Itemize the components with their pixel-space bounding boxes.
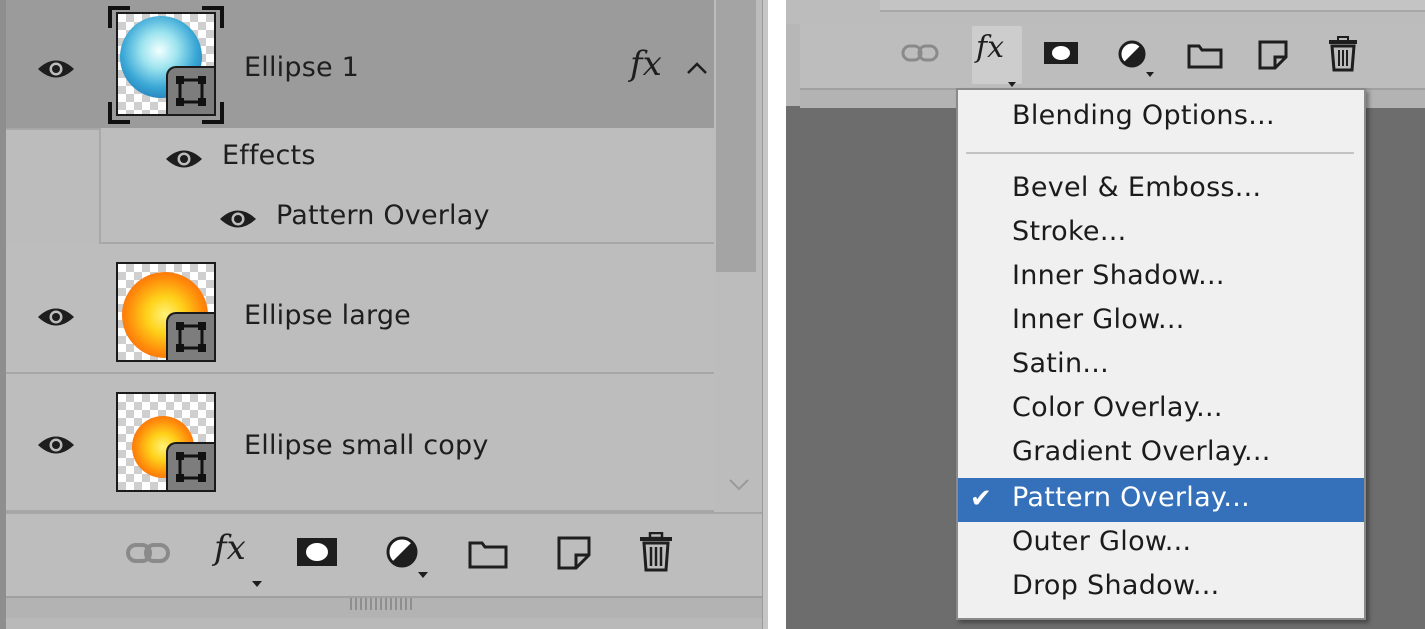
menu-item-label: Inner Glow... bbox=[1012, 304, 1185, 335]
effects-label[interactable]: Effects bbox=[222, 140, 316, 171]
adjustment-layer-icon[interactable] bbox=[384, 534, 428, 578]
menu-item-label: Satin... bbox=[1012, 348, 1110, 379]
panel-top-inner bbox=[880, 0, 1425, 12]
layer-name[interactable]: Ellipse large bbox=[244, 300, 411, 331]
menu-item-color-overlay[interactable]: Color Overlay... bbox=[958, 388, 1364, 432]
menu-item-label: Pattern Overlay... bbox=[1012, 482, 1250, 513]
layer-name[interactable]: Ellipse 1 bbox=[244, 52, 359, 83]
shape-layer-icon bbox=[166, 442, 214, 490]
layer-fx-badge[interactable]: fx bbox=[630, 44, 662, 84]
fx-dropdown-icon bbox=[252, 572, 262, 587]
menu-item-outer-glow[interactable]: Outer Glow... bbox=[958, 522, 1364, 566]
scroll-down-icon[interactable] bbox=[728, 476, 750, 491]
menu-separator bbox=[966, 152, 1354, 154]
trash-icon[interactable] bbox=[636, 532, 676, 572]
new-layer-icon[interactable] bbox=[1256, 38, 1290, 72]
menu-item-label: Outer Glow... bbox=[1012, 526, 1192, 557]
menu-item-label: Stroke... bbox=[1012, 216, 1127, 247]
folder-icon[interactable] bbox=[466, 536, 510, 570]
effect-item-pattern-overlay[interactable]: Pattern Overlay bbox=[276, 200, 490, 231]
menu-item-gradient-overlay[interactable]: Gradient Overlay... bbox=[958, 432, 1364, 476]
scrollbar-thumb[interactable] bbox=[716, 0, 756, 272]
checkmark-icon: ✔ bbox=[970, 484, 992, 514]
layer-name[interactable]: Ellipse small copy bbox=[244, 430, 489, 461]
shape-layer-icon bbox=[166, 312, 214, 360]
layer-thumbnail bbox=[116, 392, 216, 492]
link-icon[interactable] bbox=[124, 538, 172, 568]
panel-left-strip bbox=[786, 24, 800, 106]
menu-item-label: Gradient Overlay... bbox=[1012, 436, 1271, 467]
menu-item-bevel-emboss[interactable]: Bevel & Emboss... bbox=[958, 168, 1364, 212]
menu-item-pattern-overlay[interactable]: ✔ Pattern Overlay... bbox=[958, 478, 1364, 522]
layer-mask-icon[interactable] bbox=[1042, 40, 1080, 66]
link-icon[interactable] bbox=[900, 40, 940, 66]
layer-thumbnail bbox=[116, 262, 216, 362]
layer-mask-icon[interactable] bbox=[294, 536, 340, 568]
layers-panel: Ellipse 1 fx Effects Pattern Overlay Ell… bbox=[0, 0, 768, 629]
collapse-effects-icon[interactable] bbox=[686, 60, 708, 74]
fx-button[interactable]: fx bbox=[976, 30, 1004, 65]
menu-item-stroke[interactable]: Stroke... bbox=[958, 212, 1364, 256]
menu-item-inner-glow[interactable]: Inner Glow... bbox=[958, 300, 1364, 344]
menu-item-label: Bevel & Emboss... bbox=[1012, 172, 1262, 203]
menu-item-blending-options[interactable]: Blending Options... bbox=[958, 96, 1364, 140]
adjustment-layer-icon[interactable] bbox=[1116, 38, 1156, 78]
menu-item-label: Color Overlay... bbox=[1012, 392, 1223, 423]
fx-dropdown-icon bbox=[1008, 72, 1016, 87]
menu-item-label: Inner Shadow... bbox=[1012, 260, 1225, 291]
menu-item-label: Blending Options... bbox=[1012, 100, 1275, 131]
trash-icon[interactable] bbox=[1326, 36, 1360, 72]
new-layer-icon[interactable] bbox=[554, 534, 594, 572]
menu-item-drop-shadow[interactable]: Drop Shadow... bbox=[958, 566, 1364, 610]
resize-grip[interactable] bbox=[350, 598, 414, 610]
menu-item-label: Drop Shadow... bbox=[1012, 570, 1220, 601]
eye-icon[interactable] bbox=[36, 306, 76, 328]
menu-item-inner-shadow[interactable]: Inner Shadow... bbox=[958, 256, 1364, 300]
menu-item-satin[interactable]: Satin... bbox=[958, 344, 1364, 388]
layer-thumbnail bbox=[116, 12, 216, 116]
fx-button[interactable]: fx bbox=[214, 528, 246, 568]
pattern-overlay-eye-icon[interactable] bbox=[218, 208, 258, 230]
eye-icon[interactable] bbox=[36, 434, 76, 456]
shape-layer-icon bbox=[166, 66, 214, 114]
fx-menu-panel: fx Blending Options... Bevel & Emboss...… bbox=[786, 0, 1425, 629]
panel-right-edge bbox=[762, 0, 768, 629]
folder-icon[interactable] bbox=[1186, 40, 1224, 70]
effects-eye-icon[interactable] bbox=[164, 148, 204, 170]
layer-style-menu: Blending Options... Bevel & Emboss... St… bbox=[956, 88, 1366, 620]
eye-icon[interactable] bbox=[36, 58, 76, 80]
